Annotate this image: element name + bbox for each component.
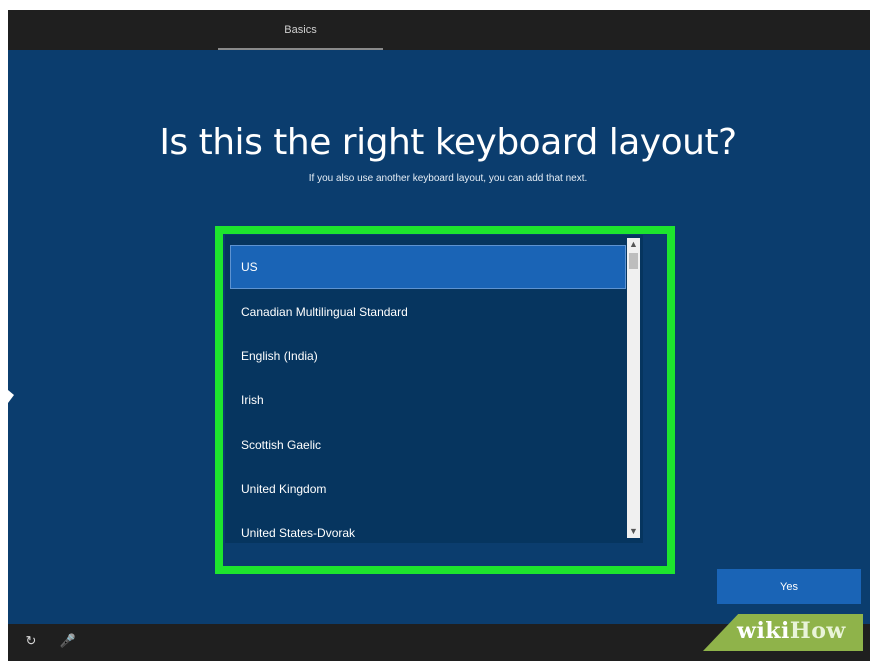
watermark-how: How	[789, 618, 846, 644]
list-item-canadian-multilingual-standard[interactable]: Canadian Multilingual Standard	[231, 291, 625, 333]
page-title: Is this the right keyboard layout?	[159, 122, 737, 163]
scroll-thumb[interactable]	[629, 253, 638, 269]
microphone-icon[interactable]: 🎤	[59, 632, 77, 650]
top-bar: Basics	[8, 10, 870, 50]
list-item-united-states-dvorak[interactable]: United States-Dvorak	[231, 512, 625, 543]
scroll-down-icon[interactable]: ▼	[627, 525, 640, 538]
list-item-irish[interactable]: Irish	[231, 379, 625, 421]
ease-of-access-icon[interactable]: ↻	[22, 632, 40, 650]
tab-basics[interactable]: Basics	[218, 10, 383, 50]
setup-screen: Basics Is this the right keyboard layout…	[8, 10, 870, 661]
yes-button[interactable]: Yes	[717, 569, 861, 604]
page-subtitle: If you also use another keyboard layout,…	[308, 173, 588, 184]
watermark-logo: wikiHow	[737, 618, 846, 644]
mouse-cursor-icon	[8, 390, 14, 403]
list-item-english-india[interactable]: English (India)	[231, 335, 625, 377]
list-item-us[interactable]: US	[230, 245, 626, 289]
list-scrollbar[interactable]: ▲ ▼	[627, 238, 640, 538]
scroll-up-icon[interactable]: ▲	[627, 238, 640, 251]
keyboard-layout-list[interactable]: US Canadian Multilingual Standard Englis…	[225, 235, 643, 543]
list-item-united-kingdom[interactable]: United Kingdom	[231, 468, 625, 510]
list-item-scottish-gaelic[interactable]: Scottish Gaelic	[231, 424, 625, 466]
tab-active-indicator	[218, 48, 383, 50]
watermark-wiki: wiki	[737, 618, 790, 644]
